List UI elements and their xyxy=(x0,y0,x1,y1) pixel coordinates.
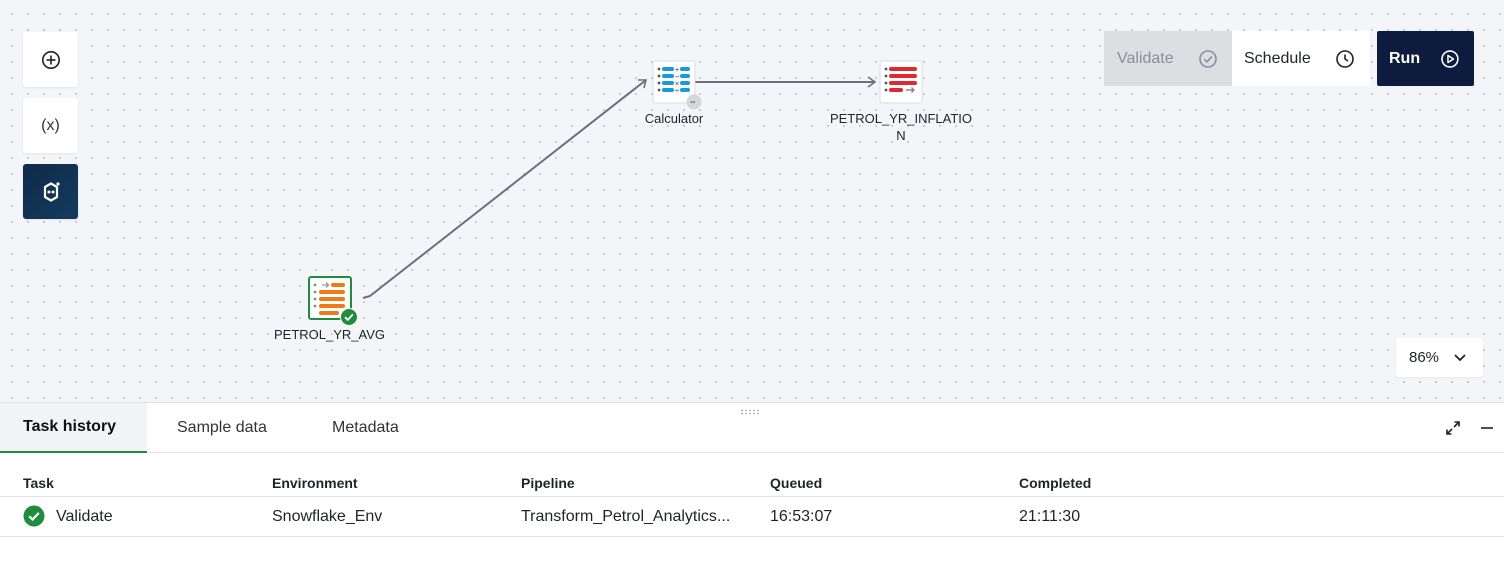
variables-button[interactable]: (x) xyxy=(23,98,78,153)
bottom-panel: Task history Sample data Metadata Task E… xyxy=(0,403,1504,585)
node-label-line-2: N xyxy=(896,128,906,143)
svg-text:−: − xyxy=(674,74,679,81)
validate-label: Validate xyxy=(1117,49,1174,67)
node-label: Calculator xyxy=(644,111,704,126)
success-check-icon xyxy=(339,308,358,326)
panel-resize-handle[interactable] xyxy=(740,409,760,415)
pipeline-canvas[interactable]: (x) Validate Schedule Run PETROL_YR_AVG … xyxy=(0,0,1504,403)
schedule-button[interactable]: Schedule xyxy=(1232,31,1370,86)
column-header-environment: Environment xyxy=(272,475,358,491)
minimize-icon[interactable] xyxy=(1480,419,1494,437)
add-component-button[interactable] xyxy=(23,32,78,87)
expand-icon[interactable] xyxy=(1444,419,1462,437)
ai-assistant-button[interactable] xyxy=(23,164,78,219)
column-header-pipeline: Pipeline xyxy=(521,475,575,491)
schedule-label: Schedule xyxy=(1244,49,1311,67)
target-table-node-icon xyxy=(879,60,923,104)
target-table-icon xyxy=(879,60,923,104)
success-check-icon xyxy=(23,505,45,527)
run-label: Run xyxy=(1389,49,1421,67)
column-header-completed: Completed xyxy=(1019,475,1092,491)
node-label: PETROL_YR_AVG xyxy=(273,327,386,342)
task-history-table: Task Environment Pipeline Queued Complet… xyxy=(0,453,1504,537)
variables-label: (x) xyxy=(41,116,60,134)
edge-source-to-calculator xyxy=(362,79,647,299)
zoom-select[interactable]: 86% xyxy=(1396,338,1483,377)
node-petrol-yr-avg[interactable]: PETROL_YR_AVG xyxy=(272,276,387,343)
panel-controls xyxy=(1444,419,1494,437)
cell-task: Validate xyxy=(56,508,113,525)
table-row[interactable]: Validate Snowflake_Env Transform_Petrol_… xyxy=(0,497,1504,537)
table-header: Task Environment Pipeline Queued Complet… xyxy=(0,453,1504,497)
column-header-queued: Queued xyxy=(770,475,823,491)
ai-assistant-icon xyxy=(43,181,60,202)
validate-button[interactable]: Validate xyxy=(1104,31,1232,86)
tab-sample-data[interactable]: Sample data xyxy=(147,403,301,453)
source-table-node-icon xyxy=(307,276,358,326)
node-label: PETROL_YR_INFLATIO N xyxy=(830,110,972,144)
node-calculator[interactable]: + − × ÷ Calculator xyxy=(630,60,718,127)
play-circle-icon xyxy=(1441,49,1459,68)
tab-label: Sample data xyxy=(177,419,267,436)
svg-text:÷: ÷ xyxy=(674,88,679,95)
check-circle-icon xyxy=(1198,49,1217,68)
left-toolbar: (x) xyxy=(23,32,78,219)
zoom-value: 86% xyxy=(1409,349,1440,366)
tab-task-history[interactable]: Task history xyxy=(0,403,147,453)
run-button[interactable]: Run xyxy=(1377,31,1474,86)
pipeline-editor: (x) Validate Schedule Run PETROL_YR_AVG … xyxy=(0,0,1504,585)
pending-status-icon xyxy=(686,94,702,110)
svg-text:+: + xyxy=(674,67,679,74)
clock-icon xyxy=(1335,49,1354,68)
svg-text:×: × xyxy=(674,81,679,88)
column-header-task: Task xyxy=(23,475,54,491)
plus-circle-icon xyxy=(41,50,60,69)
cell-pipeline: Transform_Petrol_Analytics... xyxy=(521,508,731,525)
tab-metadata[interactable]: Metadata xyxy=(301,403,421,453)
tab-label: Task history xyxy=(23,418,117,435)
node-label-line-1: PETROL_YR_INFLATIO xyxy=(829,111,973,126)
cell-environment: Snowflake_Env xyxy=(272,508,383,525)
node-petrol-yr-inflation[interactable]: PETROL_YR_INFLATIO N xyxy=(824,60,978,144)
chevron-down-icon xyxy=(1454,353,1466,361)
calculator-node-icon: + − × ÷ xyxy=(652,60,702,110)
action-bar: Validate Schedule Run xyxy=(1104,31,1474,86)
cell-completed: 21:11:30 xyxy=(1019,508,1081,525)
tab-label: Metadata xyxy=(332,419,399,436)
cell-queued: 16:53:07 xyxy=(770,508,833,525)
